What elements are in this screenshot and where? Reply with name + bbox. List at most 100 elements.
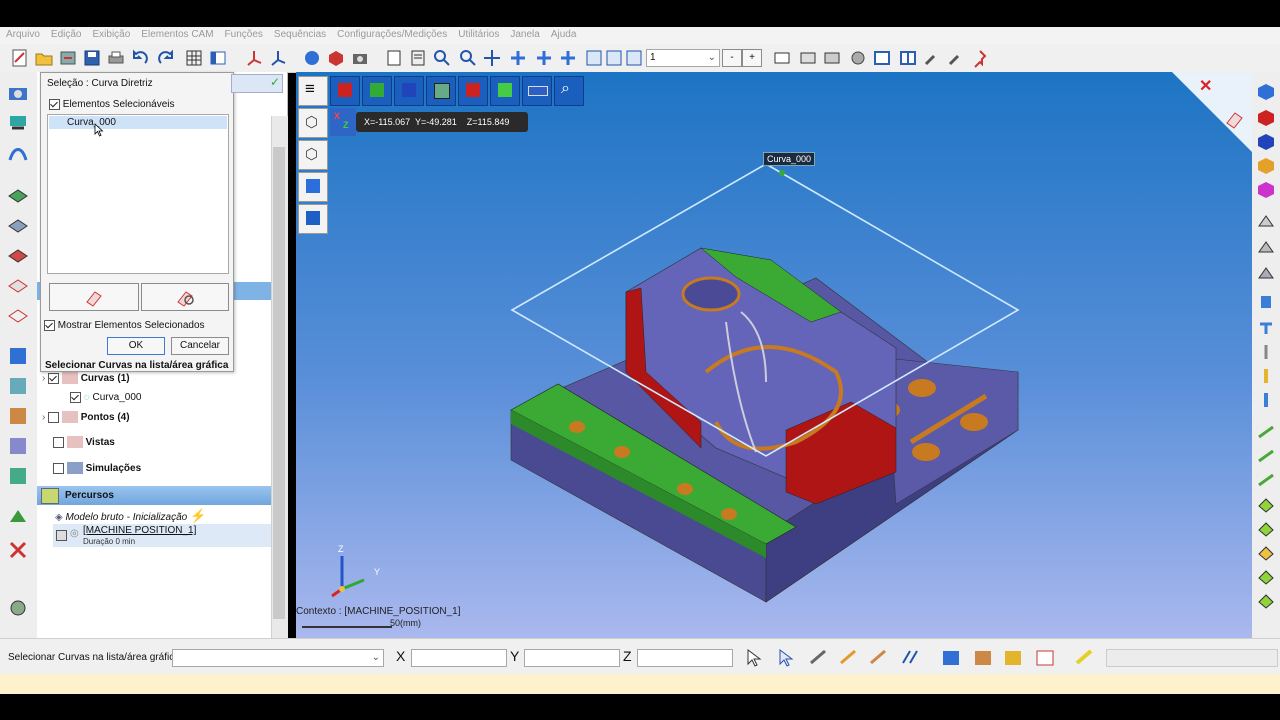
plane-tool3-icon[interactable] [1256,264,1276,284]
tools-icon[interactable] [848,48,868,68]
render-icon[interactable] [302,48,322,68]
path-icon[interactable] [6,142,30,166]
axis-move-icon[interactable] [268,48,288,68]
split-window-icon[interactable] [898,48,918,68]
graphics-viewport[interactable]: ≡ ⌕ ⬡ XZ X=-115.067 Y=-49.281 Z=115.849 … [296,72,1252,638]
new-file-icon[interactable] [10,48,30,68]
wrench2-icon[interactable] [946,48,966,68]
selectable-row[interactable]: Elementos Selecionáveis [49,99,175,110]
tool-icon[interactable] [6,112,30,136]
layer-minus-button[interactable]: - [722,49,742,67]
path-tool3-icon[interactable] [1256,470,1276,490]
measure2-icon[interactable] [798,48,818,68]
machine-tool-icon[interactable] [972,647,994,669]
ok-button[interactable]: OK [107,337,165,355]
t-tool-icon[interactable] [1256,318,1276,338]
panel-icon[interactable] [208,48,228,68]
path-tool8-icon[interactable] [1256,590,1276,610]
menu-ajuda[interactable]: Ajuda [545,27,582,40]
select-tool-button[interactable] [49,283,139,311]
zoom-icon[interactable] [432,48,452,68]
path-tool5-icon[interactable] [1256,518,1276,538]
doc2-icon[interactable] [408,48,428,68]
r-icon[interactable] [6,404,30,428]
pin-icon[interactable] [970,48,990,68]
post-icon[interactable] [6,504,30,528]
pan-icon[interactable] [482,48,502,68]
menu-configuracoes[interactable]: Configurações/Medições [331,27,452,40]
sims-checkbox[interactable] [53,462,64,474]
measure3-icon[interactable] [822,48,842,68]
machine-position-checkbox[interactable] [56,530,67,541]
points-checkbox[interactable] [48,411,60,423]
machine-tool2-icon[interactable] [1002,647,1024,669]
path-tool4-icon[interactable] [1256,494,1276,514]
selectable-checkbox[interactable] [49,99,60,110]
tree-views[interactable]: Vistas [53,434,115,452]
hole-tool-icon[interactable] [1256,390,1276,410]
a-icon[interactable] [6,434,30,458]
plane-tool2-icon[interactable] [1256,238,1276,258]
highlight-icon[interactable] [1074,647,1096,669]
path-tool2-icon[interactable] [1256,446,1276,466]
rotate2-icon[interactable] [534,48,554,68]
cursor-pick-icon[interactable] [744,647,766,669]
z-field[interactable] [637,649,733,667]
view-back-icon[interactable] [1256,180,1276,200]
cylinder-icon[interactable] [1256,292,1276,312]
tree-curves[interactable]: › Curvas (1) [42,370,130,388]
raw-model-item[interactable]: ◈ Modelo bruto - Inicialização ⚡ [55,507,206,525]
views-checkbox[interactable] [53,436,64,448]
undo-icon[interactable] [130,48,150,68]
path-tool7-icon[interactable] [1256,566,1276,586]
zoom-window-icon[interactable] [458,48,478,68]
layer-icon[interactable] [624,48,644,68]
measure-icon[interactable] [772,48,792,68]
grid-icon[interactable] [184,48,204,68]
tree-scrollbar-thumb[interactable] [273,147,285,619]
plane-tool-icon[interactable] [1256,212,1276,232]
cancel-button[interactable]: Cancelar [171,337,229,355]
finishing-icon[interactable] [6,214,30,238]
h-icon[interactable] [6,374,30,398]
search-tool-button[interactable] [141,283,229,311]
pocket-icon[interactable] [6,304,30,328]
snap2-icon[interactable] [808,647,830,669]
print-icon[interactable] [106,48,126,68]
view-fit-icon[interactable] [584,48,604,68]
path-tool-icon[interactable] [1256,422,1276,442]
camera-icon[interactable] [350,48,370,68]
status-combo[interactable]: ⌄ [172,649,384,667]
snap4-icon[interactable] [868,647,890,669]
open-file-icon[interactable] [34,48,54,68]
doc-icon[interactable] [384,48,404,68]
menu-edicao[interactable]: Edição [45,27,87,40]
machine-icon[interactable] [6,82,30,106]
layer-select[interactable]: 1 ⌄ [646,49,720,67]
drill-icon[interactable] [6,274,30,298]
contour-icon[interactable] [6,244,30,268]
window-icon[interactable] [872,48,892,68]
snap3-icon[interactable] [838,647,860,669]
selection-list-item[interactable]: Curva_000 [49,116,227,129]
info-icon[interactable] [940,647,962,669]
pin-tool-icon[interactable] [1256,342,1276,362]
fit-icon[interactable] [558,48,578,68]
selection-list[interactable]: Curva_000 [47,114,229,274]
rotate-icon[interactable] [508,48,528,68]
delete-path-icon[interactable] [6,538,30,562]
curve-000-checkbox[interactable] [70,391,81,403]
dialog-side-field[interactable]: ✓ [231,74,283,93]
tree-simulations[interactable]: Simulações [53,460,141,478]
paths-header[interactable]: Percursos [37,486,271,505]
view-side-icon[interactable] [1256,156,1276,176]
menu-utilitarios[interactable]: Utilitários [452,27,504,40]
menu-elementos-cam[interactable]: Elementos CAM [135,27,218,40]
show-selected-checkbox[interactable] [44,320,55,331]
m-icon[interactable] [6,464,30,488]
view-top-icon[interactable] [1256,108,1276,128]
shade-icon[interactable] [326,48,346,68]
path-tool6-icon[interactable] [1256,542,1276,562]
snap-icon[interactable] [776,647,798,669]
tree-curve-000[interactable]: ◌ Curva_000 [70,389,141,407]
